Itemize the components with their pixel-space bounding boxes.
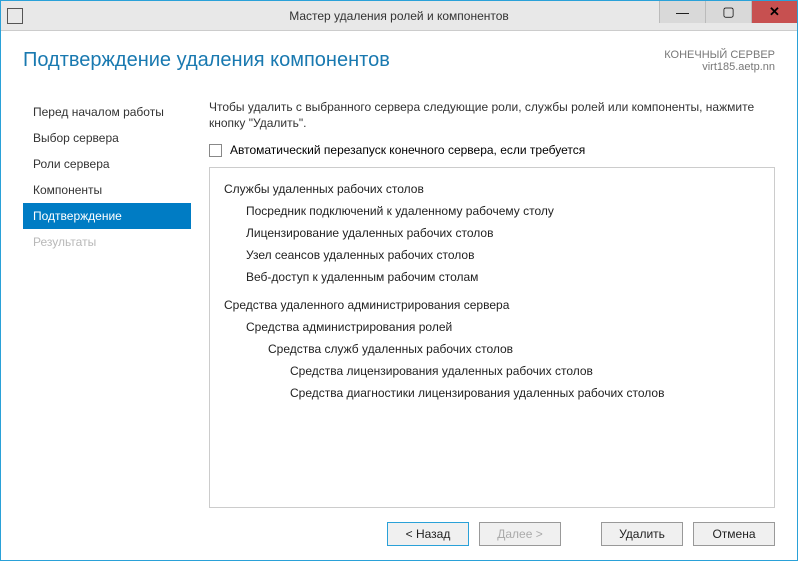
page-header: Подтверждение удаления компонентов КОНЕЧ… — [23, 49, 775, 73]
tree-group-rds: Службы удаленных рабочих столов — [224, 180, 760, 198]
main-columns: Перед началом работы Выбор сервера Роли … — [23, 99, 775, 508]
tree-item: Посредник подключений к удаленному рабоч… — [246, 202, 760, 220]
step-server-roles[interactable]: Роли сервера — [23, 151, 191, 177]
tree-item: Узел сеансов удаленных рабочих столов — [246, 246, 760, 264]
intro-text: Чтобы удалить с выбранного сервера следу… — [209, 99, 775, 131]
restart-checkbox-label: Автоматический перезапуск конечного серв… — [230, 143, 585, 157]
titlebar: Мастер удаления ролей и компонентов — ▢ … — [1, 1, 797, 31]
tree-item: Лицензирование удаленных рабочих столов — [246, 224, 760, 242]
step-results: Результаты — [23, 229, 191, 255]
remove-button[interactable]: Удалить — [601, 522, 683, 546]
restart-checkbox-row[interactable]: Автоматический перезапуск конечного серв… — [209, 143, 775, 157]
window-controls: — ▢ ✕ — [659, 1, 797, 30]
tree-group-admin-tools: Средства удаленного администрирования се… — [224, 296, 760, 314]
tree-item: Средства диагностики лицензирования удал… — [290, 384, 760, 402]
body-panel: Чтобы удалить с выбранного сервера следу… — [209, 99, 775, 508]
restart-checkbox[interactable] — [209, 144, 222, 157]
page-title: Подтверждение удаления компонентов — [23, 49, 390, 72]
back-button[interactable]: < Назад — [387, 522, 469, 546]
wizard-footer: < Назад Далее > Удалить Отмена — [23, 508, 775, 546]
app-icon — [7, 8, 23, 24]
maximize-button[interactable]: ▢ — [705, 1, 751, 23]
tree-group-role-admin-tools: Средства администрирования ролей — [246, 318, 760, 336]
cancel-button[interactable]: Отмена — [693, 522, 775, 546]
close-button[interactable]: ✕ — [751, 1, 797, 23]
window-title: Мастер удаления ролей и компонентов — [289, 9, 509, 23]
tree-group-rds-tools: Средства служб удаленных рабочих столов — [268, 340, 760, 358]
destination-server-block: КОНЕЧНЫЙ СЕРВЕР virt185.aetp.nn — [664, 49, 775, 73]
removal-tree: Службы удаленных рабочих столов Посредни… — [209, 167, 775, 508]
minimize-button[interactable]: — — [659, 1, 705, 23]
step-confirmation[interactable]: Подтверждение — [23, 203, 191, 229]
next-button: Далее > — [479, 522, 561, 546]
step-server-selection[interactable]: Выбор сервера — [23, 125, 191, 151]
tree-item: Средства лицензирования удаленных рабочи… — [290, 362, 760, 380]
step-before-begin[interactable]: Перед началом работы — [23, 99, 191, 125]
content: Подтверждение удаления компонентов КОНЕЧ… — [1, 31, 797, 560]
tree-item: Веб-доступ к удаленным рабочим столам — [246, 268, 760, 286]
server-label: КОНЕЧНЫЙ СЕРВЕР — [664, 49, 775, 61]
wizard-steps-sidebar: Перед началом работы Выбор сервера Роли … — [23, 99, 191, 508]
step-features[interactable]: Компоненты — [23, 177, 191, 203]
server-name: virt185.aetp.nn — [664, 61, 775, 73]
